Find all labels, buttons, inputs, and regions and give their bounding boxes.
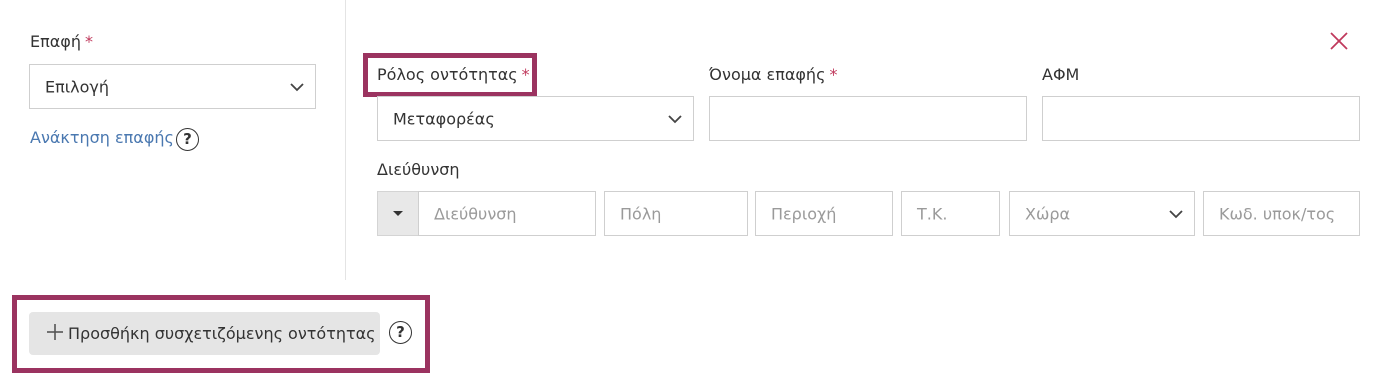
role-select[interactable]: Μεταφορέας bbox=[377, 96, 694, 141]
required-mark: * bbox=[84, 32, 93, 51]
plus-icon bbox=[47, 324, 63, 340]
street-input[interactable]: Διεύθυνση bbox=[418, 191, 596, 236]
tax-id-input[interactable] bbox=[1042, 96, 1360, 141]
address-toggle-button[interactable] bbox=[377, 191, 419, 236]
contact-name-label-text: Όνομα επαφής bbox=[709, 65, 826, 84]
tax-id-label: ΑΦΜ bbox=[1042, 65, 1080, 84]
help-icon[interactable]: ? bbox=[389, 321, 412, 344]
zip-input[interactable]: Τ.Κ. bbox=[901, 191, 1000, 236]
region-placeholder: Περιοχή bbox=[771, 204, 837, 223]
required-mark: * bbox=[829, 65, 838, 84]
retrieve-contact-link[interactable]: Ανάκτηση επαφής bbox=[30, 128, 174, 148]
chevron-down-icon bbox=[668, 114, 682, 123]
region-input[interactable]: Περιοχή bbox=[755, 191, 893, 236]
required-mark: * bbox=[521, 65, 530, 84]
role-label-text: Ρόλος οντότητας bbox=[377, 65, 518, 84]
contact-select-placeholder: Επιλογή bbox=[45, 77, 110, 96]
store-code-placeholder: Κωδ. υποκ/τος bbox=[1219, 204, 1336, 223]
address-label: Διεύθυνση bbox=[377, 160, 460, 179]
caret-down-icon bbox=[393, 211, 403, 216]
add-related-entity-button[interactable]: Προσθήκη συσχετιζόμενης οντότητας bbox=[29, 312, 380, 355]
contact-select[interactable]: Επιλογή bbox=[29, 64, 316, 109]
close-icon[interactable] bbox=[1329, 31, 1349, 51]
contact-label: Επαφή * bbox=[30, 32, 93, 52]
country-select[interactable]: Χώρα bbox=[1009, 191, 1195, 236]
country-placeholder: Χώρα bbox=[1025, 204, 1071, 223]
chevron-down-icon bbox=[1169, 209, 1183, 218]
street-placeholder: Διεύθυνση bbox=[434, 204, 517, 223]
city-placeholder: Πόλη bbox=[620, 204, 662, 223]
role-label: Ρόλος οντότητας * bbox=[377, 65, 530, 85]
help-icon[interactable]: ? bbox=[176, 128, 199, 151]
contact-label-text: Επαφή bbox=[30, 32, 81, 51]
contact-name-input[interactable] bbox=[709, 96, 1027, 141]
add-related-entity-label: Προσθήκη συσχετιζόμενης οντότητας bbox=[68, 324, 376, 343]
column-divider bbox=[345, 0, 346, 280]
contact-name-label: Όνομα επαφής * bbox=[709, 65, 837, 85]
store-code-input[interactable]: Κωδ. υποκ/τος bbox=[1203, 191, 1360, 236]
city-input[interactable]: Πόλη bbox=[604, 191, 748, 236]
role-select-value: Μεταφορέας bbox=[393, 109, 495, 128]
chevron-down-icon bbox=[290, 82, 304, 91]
zip-placeholder: Τ.Κ. bbox=[917, 204, 948, 223]
